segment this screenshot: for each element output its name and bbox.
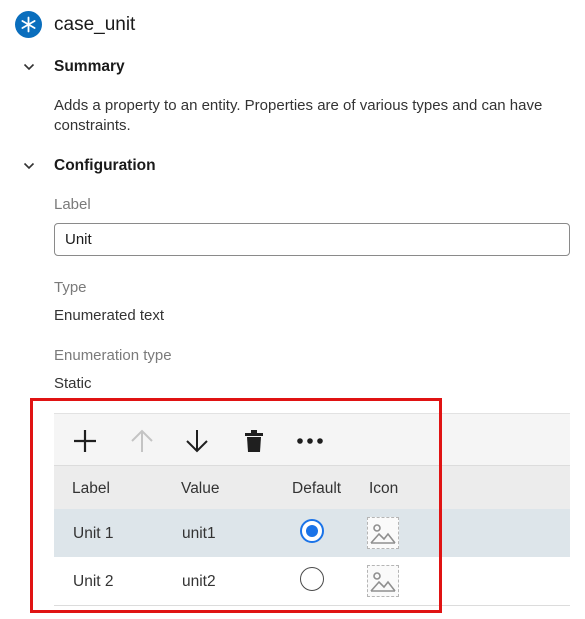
label-input[interactable]: Unit <box>54 223 570 256</box>
default-radio[interactable] <box>300 519 324 543</box>
column-header-default[interactable]: Default <box>292 479 341 499</box>
arrow-down-icon <box>186 430 208 453</box>
column-header-value[interactable]: Value <box>181 479 220 499</box>
default-radio[interactable] <box>300 567 324 591</box>
column-header-icon[interactable]: Icon <box>369 479 398 499</box>
arrow-up-icon <box>131 429 153 452</box>
type-value: Enumerated text <box>54 307 165 324</box>
more-button[interactable] <box>296 427 324 455</box>
add-button[interactable] <box>71 427 99 455</box>
more-icon <box>297 438 323 444</box>
image-placeholder-icon[interactable] <box>367 517 399 549</box>
asterisk-icon <box>15 11 42 38</box>
table-row[interactable]: Unit 1 unit1 <box>54 509 570 557</box>
chevron-down-icon[interactable] <box>22 60 36 74</box>
column-header-label[interactable]: Label <box>72 479 110 499</box>
configuration-title: Configuration <box>54 157 156 174</box>
plus-icon <box>74 430 96 452</box>
enumeration-type-value: Static <box>54 375 92 392</box>
type-caption: Type <box>54 279 87 296</box>
configuration-section-header[interactable]: Configuration <box>22 157 156 175</box>
delete-button[interactable] <box>240 427 268 455</box>
image-placeholder-icon[interactable] <box>367 565 399 597</box>
summary-title: Summary <box>54 58 125 75</box>
table-bottom-divider <box>54 605 570 606</box>
page-header: case_unit <box>15 11 135 38</box>
page-title: case_unit <box>54 13 136 35</box>
trash-icon <box>245 430 263 452</box>
enumeration-type-caption: Enumeration type <box>54 347 172 364</box>
row-label: Unit 1 <box>73 525 114 542</box>
row-value: unit2 <box>182 573 216 590</box>
table-row[interactable]: Unit 2 unit2 <box>54 557 570 605</box>
move-up-button[interactable] <box>128 427 156 455</box>
enum-toolbar <box>54 413 570 465</box>
label-caption: Label <box>54 196 91 213</box>
table-header: Label Value Default Icon <box>54 465 570 509</box>
row-label: Unit 2 <box>73 573 114 590</box>
summary-section-header[interactable]: Summary <box>22 58 125 76</box>
summary-description: Adds a property to an entity. Properties… <box>54 97 543 134</box>
row-value: unit1 <box>182 525 216 542</box>
move-down-button[interactable] <box>183 427 211 455</box>
chevron-down-icon[interactable] <box>22 159 36 173</box>
